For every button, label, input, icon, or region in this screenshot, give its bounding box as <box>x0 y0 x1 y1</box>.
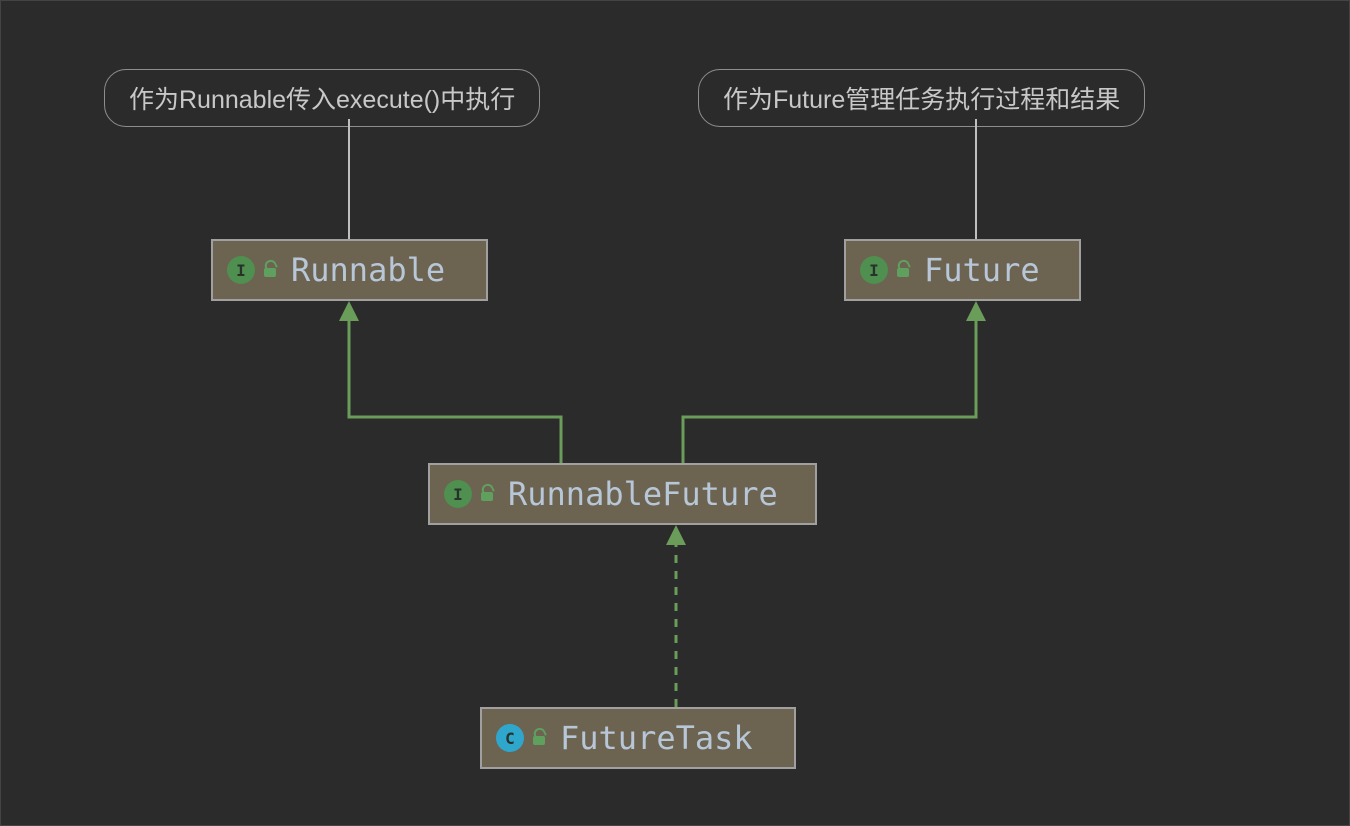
interface-name: Runnable <box>291 251 445 289</box>
class-futuretask: C FutureTask <box>480 707 796 769</box>
lock-icon <box>896 263 910 277</box>
lock-icon <box>532 731 546 745</box>
interface-runnable: I Runnable <box>211 239 488 301</box>
class-icon: C <box>496 724 524 752</box>
interface-future: I Future <box>844 239 1081 301</box>
diagram-canvas: 作为Runnable传入execute()中执行 作为Future管理任务执行过… <box>0 0 1350 826</box>
class-name: FutureTask <box>560 719 753 757</box>
interface-name: Future <box>924 251 1040 289</box>
lock-icon <box>263 263 277 277</box>
interface-name: RunnableFuture <box>508 475 778 513</box>
lock-icon <box>480 487 494 501</box>
interface-icon: I <box>860 256 888 284</box>
interface-icon: I <box>444 480 472 508</box>
note-future: 作为Future管理任务执行过程和结果 <box>698 69 1145 127</box>
interface-icon: I <box>227 256 255 284</box>
interface-runnablefuture: I RunnableFuture <box>428 463 817 525</box>
note-runnable: 作为Runnable传入execute()中执行 <box>104 69 540 127</box>
